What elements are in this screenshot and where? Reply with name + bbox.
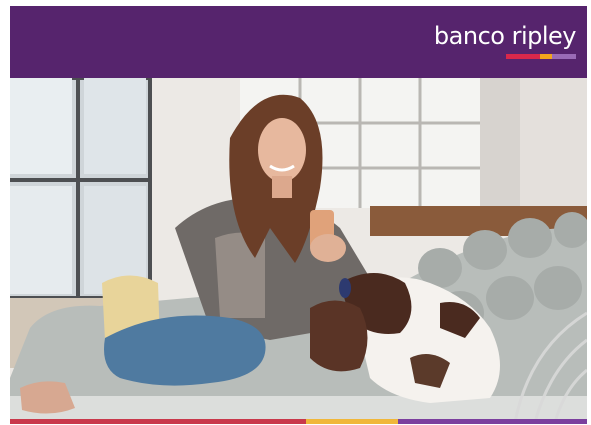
brand-bar-red	[506, 54, 540, 59]
footer-stripe-purple	[398, 419, 587, 424]
brand-header: banco ripley	[10, 6, 587, 78]
banner-frame: banco ripley	[0, 0, 591, 425]
brand-name: banco ripley	[433, 22, 577, 50]
footer-stripes	[10, 419, 587, 424]
brand-bar-purple	[552, 54, 576, 59]
footer-stripe-orange	[306, 419, 398, 424]
brand-color-bars	[434, 54, 576, 59]
brand-bar-orange	[540, 54, 552, 59]
brand-logo[interactable]: banco ripley	[433, 22, 577, 59]
woman-face	[258, 118, 306, 182]
footer-stripe-red	[10, 419, 306, 424]
dog-head	[310, 300, 368, 372]
hero-photo	[10, 78, 587, 422]
hero-illustration	[10, 78, 587, 422]
